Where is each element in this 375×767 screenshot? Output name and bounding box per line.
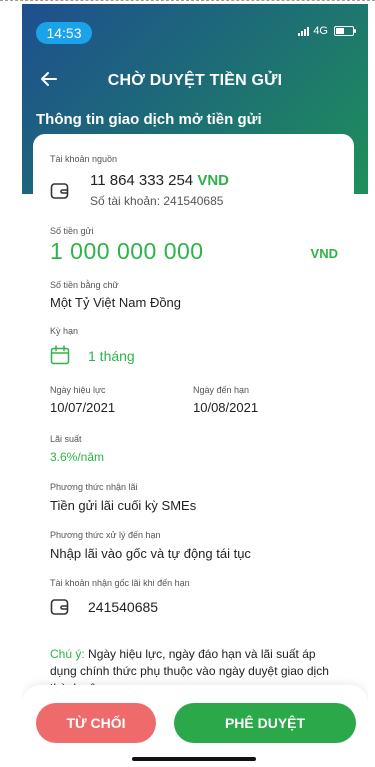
amount-in-words-value: Một Tỷ Việt Nam Đồng [50,295,182,310]
balance-value: 11 864 333 254 [90,172,194,189]
page-border [0,0,375,1]
nav-bar: CHỜ DUYỆT TIỀN GỬI [22,66,368,96]
wallet-icon [50,599,69,615]
effective-date-label: Ngày hiệu lực [50,385,106,395]
interest-method-value: Tiền gửi lãi cuối kỳ SMEs [50,498,197,513]
maturity-date-label: Ngày đến hạn [193,385,250,395]
wallet-icon [50,183,69,199]
term-value: 1 tháng [88,348,135,364]
home-indicator [132,757,256,761]
page-title: CHỜ DUYỆT TIỀN GỬI [107,72,283,89]
maturity-method-label: Phương thức xử lý đến hạn [50,530,161,540]
note-label: Chú ý: [50,647,85,661]
transaction-details-card: Tài khoản nguồn 11 864 333 254 VND Số tà… [33,134,354,734]
source-account-balance: 11 864 333 254 VND [90,172,229,189]
amount-in-words-label: Số tiền bằng chữ [50,280,119,290]
deposit-amount-value: 1 000 000 000 [50,238,204,264]
status-time: 14:53 [36,22,92,44]
effective-date-value: 10/07/2021 [50,400,116,415]
receiving-account-value: 241540685 [88,599,159,615]
approve-button[interactable]: PHÊ DUYỆT [174,703,356,743]
signal-icon [298,26,310,36]
section-title: Thông tin giao dịch mở tiền gửi [36,111,262,128]
interest-rate-value: 3.6%/năm [50,450,105,464]
deposit-amount-label: Số tiền gửi [50,226,94,236]
phone-screen: 14:53 4G CHỜ DUYỆT TIỀN GỬI Thông tin gi… [22,4,368,767]
battery-icon [334,26,356,36]
maturity-date-value: 10/08/2021 [193,400,259,415]
status-bar: 14:53 4G [22,22,368,48]
status-indicators: 4G [298,25,356,37]
maturity-method-value: Nhập lãi vào gốc và tự động tái tục [50,546,251,561]
receiving-account-label: Tài khoản nhận gốc lãi khi đến hạn [50,578,190,588]
source-account-label: Tài khoản nguồn [50,154,118,164]
action-bar: TỪ CHỐI PHÊ DUYỆT [22,685,368,767]
source-account-number: Số tài khoản: 241540685 [90,194,224,208]
term-label: Kỳ hạn [50,326,79,336]
reject-button[interactable]: TỪ CHỐI [36,703,156,743]
balance-currency: VND [197,172,229,189]
network-type: 4G [313,25,328,37]
deposit-amount-currency: VND [310,246,338,261]
interest-rate-label: Lãi suất [50,434,82,444]
interest-method-label: Phương thức nhận lãi [50,482,138,492]
calendar-icon [50,345,70,365]
